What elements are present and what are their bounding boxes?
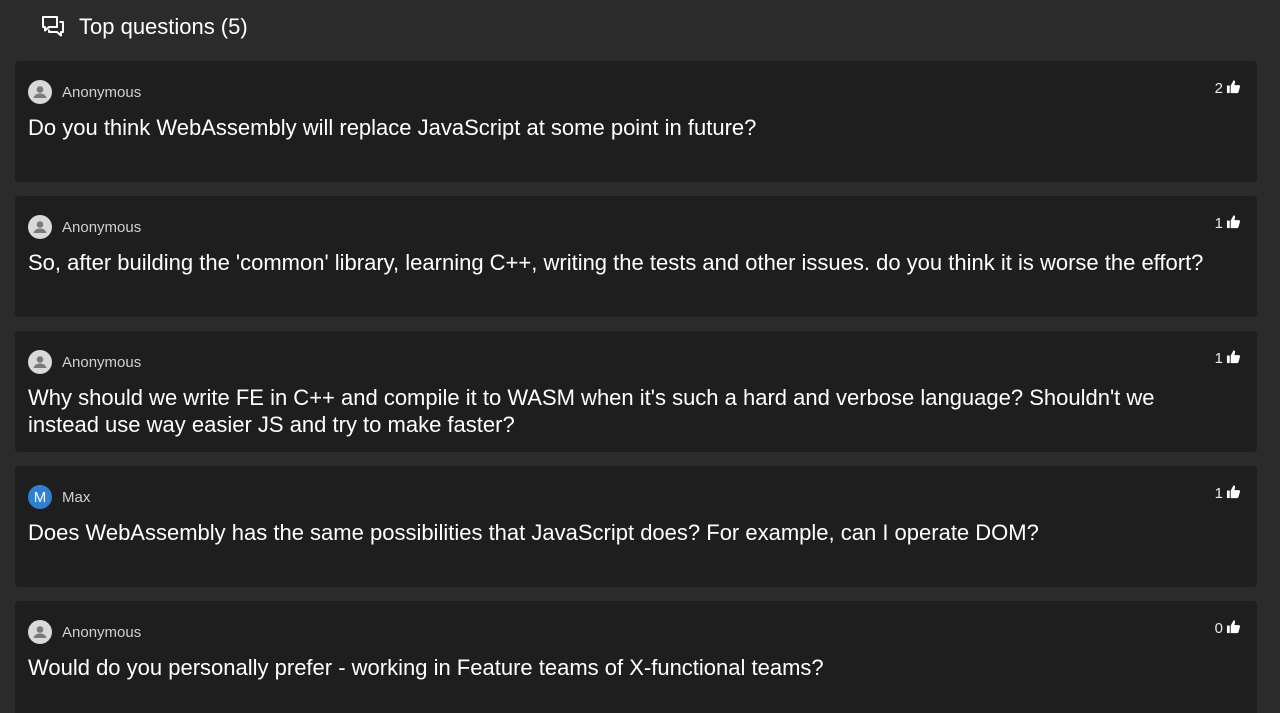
chat-bubbles-icon <box>40 14 66 40</box>
upvote-button[interactable]: 1 <box>1215 214 1241 233</box>
question-meta: M Max <box>28 485 90 509</box>
question-count: (5) <box>220 14 248 39</box>
vote-count: 1 <box>1214 350 1223 367</box>
author-name: Anonymous <box>62 623 142 641</box>
upvote-button[interactable]: 1 <box>1215 484 1241 503</box>
question-card[interactable]: Anonymous 0 Would do you personally pref… <box>15 601 1257 713</box>
upvote-button[interactable]: 0 <box>1215 619 1241 638</box>
person-icon <box>28 215 52 239</box>
question-card[interactable]: Anonymous 1 Why should we write FE in C+… <box>15 331 1257 452</box>
vote-count: 0 <box>1214 620 1223 637</box>
person-icon <box>28 620 52 644</box>
question-meta: Anonymous <box>28 215 141 239</box>
upvote-button[interactable]: 2 <box>1215 79 1241 98</box>
author-name: Max <box>62 488 91 506</box>
person-icon <box>28 350 52 374</box>
question-meta: Anonymous <box>28 620 141 644</box>
author-name: Anonymous <box>62 353 142 371</box>
question-text: Would do you personally prefer - working… <box>28 655 824 680</box>
question-list: Anonymous 2 Do you think WebAssembly wil… <box>15 61 1257 713</box>
upvote-button[interactable]: 1 <box>1215 349 1241 368</box>
section-title: Top questions (5) <box>79 14 248 40</box>
author-name: Anonymous <box>62 83 142 101</box>
question-text: Do you think WebAssembly will replace Ja… <box>28 115 757 140</box>
vote-count: 1 <box>1214 215 1223 232</box>
vote-count: 2 <box>1214 80 1223 97</box>
question-meta: Anonymous <box>28 350 141 374</box>
thumbs-up-icon <box>1226 619 1241 638</box>
thumbs-up-icon <box>1226 79 1241 98</box>
thumbs-up-icon <box>1226 349 1241 368</box>
question-text: So, after building the 'common' library,… <box>28 250 1204 275</box>
question-card[interactable]: Anonymous 2 Do you think WebAssembly wil… <box>15 61 1257 182</box>
questions-panel: Top questions (5) Anonymous 2 Do you thi… <box>0 0 1280 713</box>
person-icon <box>28 80 52 104</box>
author-name: Anonymous <box>62 218 142 236</box>
vote-count: 1 <box>1214 485 1223 502</box>
section-title-label: Top questions <box>79 14 215 39</box>
section-header: Top questions (5) <box>40 10 248 44</box>
question-text: Why should we write FE in C++ and compil… <box>28 385 1155 437</box>
thumbs-up-icon <box>1226 214 1241 233</box>
question-card[interactable]: M Max 1 Does WebAssembly has the same po… <box>15 466 1257 587</box>
question-text: Does WebAssembly has the same possibilit… <box>28 520 1039 545</box>
avatar: M <box>28 485 52 509</box>
question-meta: Anonymous <box>28 80 141 104</box>
question-card[interactable]: Anonymous 1 So, after building the 'comm… <box>15 196 1257 317</box>
thumbs-up-icon <box>1226 484 1241 503</box>
